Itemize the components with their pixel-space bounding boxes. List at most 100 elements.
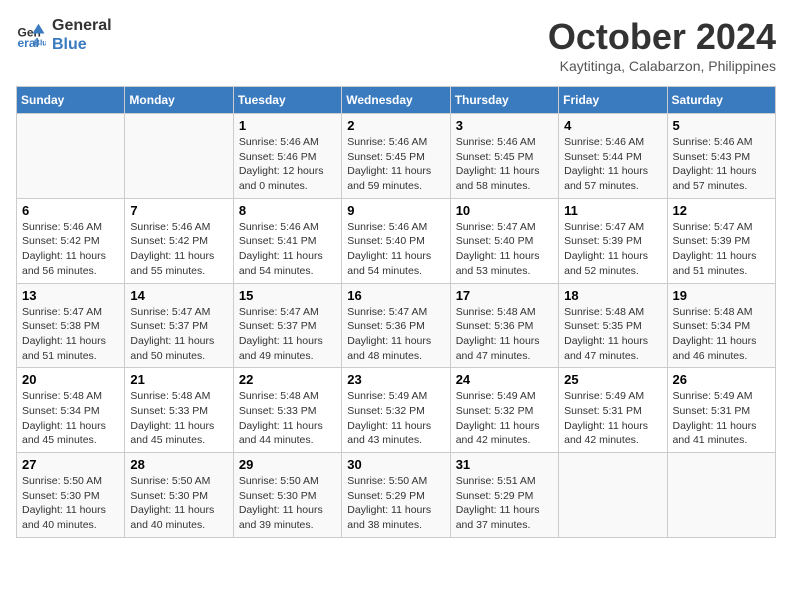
location-subtitle: Kaytitinga, Calabarzon, Philippines [548, 58, 776, 74]
day-number: 24 [456, 372, 553, 387]
day-number: 25 [564, 372, 661, 387]
day-number: 3 [456, 118, 553, 133]
cell-content: Sunrise: 5:47 AM Sunset: 5:39 PM Dayligh… [564, 220, 661, 279]
cell-content: Sunrise: 5:46 AM Sunset: 5:44 PM Dayligh… [564, 135, 661, 194]
day-number: 23 [347, 372, 444, 387]
day-number: 28 [130, 457, 227, 472]
calendar-cell: 3 Sunrise: 5:46 AM Sunset: 5:45 PM Daylig… [450, 114, 558, 199]
cell-content: Sunrise: 5:46 AM Sunset: 5:41 PM Dayligh… [239, 220, 336, 279]
cell-content: Sunrise: 5:46 AM Sunset: 5:45 PM Dayligh… [456, 135, 553, 194]
cell-content: Sunrise: 5:46 AM Sunset: 5:46 PM Dayligh… [239, 135, 336, 194]
calendar-week-3: 13Sunrise: 5:47 AM Sunset: 5:38 PM Dayli… [17, 283, 776, 368]
day-number: 1 [239, 118, 336, 133]
header-cell-thursday: Thursday [450, 87, 558, 114]
calendar-cell: 19 Sunrise: 5:48 AM Sunset: 5:34 PM Dayli… [667, 283, 775, 368]
logo-icon: Gen eral Blue [16, 20, 46, 50]
cell-content: Sunrise: 5:50 AM Sunset: 5:30 PM Dayligh… [239, 474, 336, 533]
cell-content: Sunrise: 5:49 AM Sunset: 5:31 PM Dayligh… [673, 389, 770, 448]
calendar-cell: 17 Sunrise: 5:48 AM Sunset: 5:36 PM Dayli… [450, 283, 558, 368]
calendar-cell: 30Sunrise: 5:50 AM Sunset: 5:29 PM Dayli… [342, 453, 450, 538]
cell-content: Sunrise: 5:48 AM Sunset: 5:36 PM Dayligh… [456, 305, 553, 364]
calendar-cell [17, 114, 125, 199]
calendar-cell: 16Sunrise: 5:47 AM Sunset: 5:36 PM Dayli… [342, 283, 450, 368]
calendar-cell: 12 Sunrise: 5:47 AM Sunset: 5:39 PM Dayli… [667, 198, 775, 283]
calendar-cell: 26Sunrise: 5:49 AM Sunset: 5:31 PM Dayli… [667, 368, 775, 453]
cell-content: Sunrise: 5:46 AM Sunset: 5:42 PM Dayligh… [130, 220, 227, 279]
day-number: 29 [239, 457, 336, 472]
calendar-cell: 22 Sunrise: 5:48 AM Sunset: 5:33 PM Dayli… [233, 368, 341, 453]
calendar-cell: 2Sunrise: 5:46 AM Sunset: 5:45 PM Daylig… [342, 114, 450, 199]
day-number: 8 [239, 203, 336, 218]
calendar-week-5: 27 Sunrise: 5:50 AM Sunset: 5:30 PM Dayli… [17, 453, 776, 538]
cell-content: Sunrise: 5:46 AM Sunset: 5:45 PM Dayligh… [347, 135, 444, 194]
cell-content: Sunrise: 5:46 AM Sunset: 5:40 PM Dayligh… [347, 220, 444, 279]
day-number: 19 [673, 288, 770, 303]
cell-content: Sunrise: 5:48 AM Sunset: 5:35 PM Dayligh… [564, 305, 661, 364]
cell-content: Sunrise: 5:48 AM Sunset: 5:34 PM Dayligh… [673, 305, 770, 364]
cell-content: Sunrise: 5:47 AM Sunset: 5:39 PM Dayligh… [673, 220, 770, 279]
calendar-cell: 14 Sunrise: 5:47 AM Sunset: 5:37 PM Dayli… [125, 283, 233, 368]
calendar-cell: 9Sunrise: 5:46 AM Sunset: 5:40 PM Daylig… [342, 198, 450, 283]
cell-content: Sunrise: 5:47 AM Sunset: 5:38 PM Dayligh… [22, 305, 119, 364]
header: Gen eral Blue General Blue October 2024 … [16, 16, 776, 74]
cell-content: Sunrise: 5:50 AM Sunset: 5:29 PM Dayligh… [347, 474, 444, 533]
logo: Gen eral Blue General Blue [16, 16, 112, 54]
header-cell-saturday: Saturday [667, 87, 775, 114]
day-number: 4 [564, 118, 661, 133]
header-cell-wednesday: Wednesday [342, 87, 450, 114]
calendar-week-4: 20 Sunrise: 5:48 AM Sunset: 5:34 PM Dayli… [17, 368, 776, 453]
cell-content: Sunrise: 5:48 AM Sunset: 5:34 PM Dayligh… [22, 389, 119, 448]
day-number: 31 [456, 457, 553, 472]
header-cell-sunday: Sunday [17, 87, 125, 114]
calendar-cell: 6 Sunrise: 5:46 AM Sunset: 5:42 PM Daylig… [17, 198, 125, 283]
title-section: October 2024 Kaytitinga, Calabarzon, Phi… [548, 16, 776, 74]
cell-content: Sunrise: 5:48 AM Sunset: 5:33 PM Dayligh… [239, 389, 336, 448]
calendar-cell [559, 453, 667, 538]
day-number: 6 [22, 203, 119, 218]
calendar-cell: 15 Sunrise: 5:47 AM Sunset: 5:37 PM Dayli… [233, 283, 341, 368]
calendar-cell: 28Sunrise: 5:50 AM Sunset: 5:30 PM Dayli… [125, 453, 233, 538]
calendar-cell [125, 114, 233, 199]
cell-content: Sunrise: 5:49 AM Sunset: 5:32 PM Dayligh… [456, 389, 553, 448]
cell-content: Sunrise: 5:46 AM Sunset: 5:42 PM Dayligh… [22, 220, 119, 279]
calendar-cell: 29 Sunrise: 5:50 AM Sunset: 5:30 PM Dayli… [233, 453, 341, 538]
calendar-cell: 25 Sunrise: 5:49 AM Sunset: 5:31 PM Dayli… [559, 368, 667, 453]
cell-content: Sunrise: 5:47 AM Sunset: 5:40 PM Dayligh… [456, 220, 553, 279]
day-number: 27 [22, 457, 119, 472]
calendar-cell: 5Sunrise: 5:46 AM Sunset: 5:43 PM Daylig… [667, 114, 775, 199]
day-number: 21 [130, 372, 227, 387]
day-number: 7 [130, 203, 227, 218]
cell-content: Sunrise: 5:49 AM Sunset: 5:31 PM Dayligh… [564, 389, 661, 448]
cell-content: Sunrise: 5:46 AM Sunset: 5:43 PM Dayligh… [673, 135, 770, 194]
day-number: 14 [130, 288, 227, 303]
header-cell-friday: Friday [559, 87, 667, 114]
header-cell-monday: Monday [125, 87, 233, 114]
logo-line2: Blue [52, 35, 112, 54]
calendar-table: SundayMondayTuesdayWednesdayThursdayFrid… [16, 86, 776, 538]
calendar-week-2: 6 Sunrise: 5:46 AM Sunset: 5:42 PM Daylig… [17, 198, 776, 283]
day-number: 15 [239, 288, 336, 303]
calendar-header-row: SundayMondayTuesdayWednesdayThursdayFrid… [17, 87, 776, 114]
calendar-cell [667, 453, 775, 538]
calendar-cell: 1 Sunrise: 5:46 AM Sunset: 5:46 PM Daylig… [233, 114, 341, 199]
day-number: 22 [239, 372, 336, 387]
day-number: 10 [456, 203, 553, 218]
day-number: 20 [22, 372, 119, 387]
calendar-cell: 18Sunrise: 5:48 AM Sunset: 5:35 PM Dayli… [559, 283, 667, 368]
calendar-cell: 24 Sunrise: 5:49 AM Sunset: 5:32 PM Dayli… [450, 368, 558, 453]
month-title: October 2024 [548, 16, 776, 58]
cell-content: Sunrise: 5:49 AM Sunset: 5:32 PM Dayligh… [347, 389, 444, 448]
calendar-cell: 13Sunrise: 5:47 AM Sunset: 5:38 PM Dayli… [17, 283, 125, 368]
calendar-cell: 10 Sunrise: 5:47 AM Sunset: 5:40 PM Dayli… [450, 198, 558, 283]
calendar-body: 1 Sunrise: 5:46 AM Sunset: 5:46 PM Daylig… [17, 114, 776, 538]
calendar-cell: 8 Sunrise: 5:46 AM Sunset: 5:41 PM Daylig… [233, 198, 341, 283]
calendar-cell: 7 Sunrise: 5:46 AM Sunset: 5:42 PM Daylig… [125, 198, 233, 283]
cell-content: Sunrise: 5:48 AM Sunset: 5:33 PM Dayligh… [130, 389, 227, 448]
day-number: 17 [456, 288, 553, 303]
calendar-cell: 21 Sunrise: 5:48 AM Sunset: 5:33 PM Dayli… [125, 368, 233, 453]
day-number: 12 [673, 203, 770, 218]
header-cell-tuesday: Tuesday [233, 87, 341, 114]
cell-content: Sunrise: 5:47 AM Sunset: 5:37 PM Dayligh… [239, 305, 336, 364]
cell-content: Sunrise: 5:47 AM Sunset: 5:37 PM Dayligh… [130, 305, 227, 364]
svg-text:Blue: Blue [34, 39, 46, 48]
